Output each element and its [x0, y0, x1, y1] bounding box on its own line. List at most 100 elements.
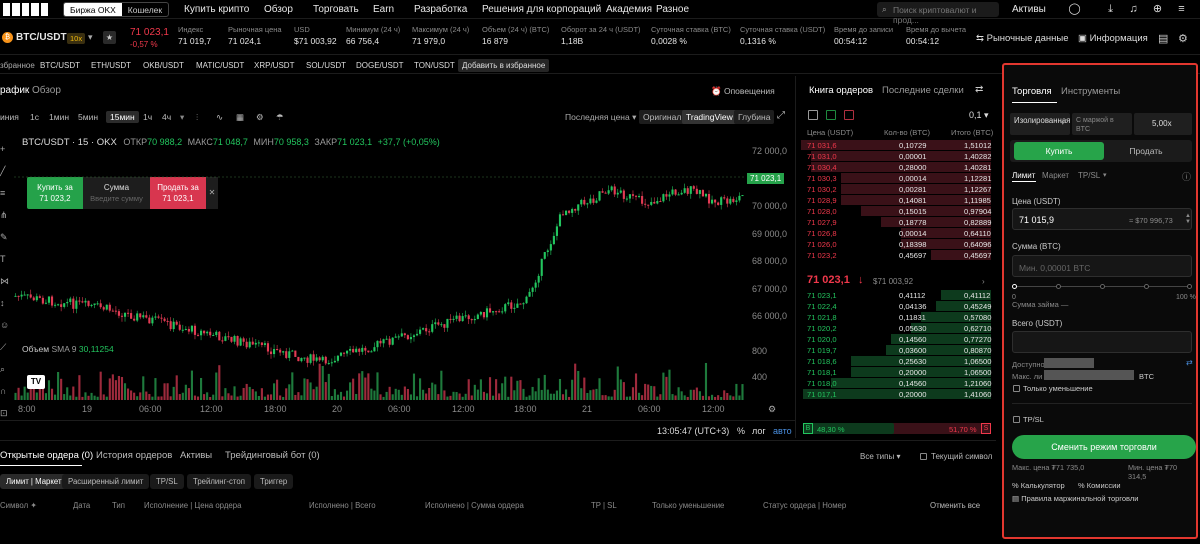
- ask-row[interactable]: 71 028,0 0,15015 0,97904: [797, 206, 997, 217]
- ask-row[interactable]: 71 031,6 0,10729 1,51012: [797, 140, 997, 151]
- amount-slider[interactable]: [1012, 284, 1192, 290]
- all-types-select[interactable]: Все типы ▾: [860, 452, 900, 461]
- nav-buy-crypto[interactable]: Купить крипто: [184, 4, 249, 15]
- view-bids-icon[interactable]: [826, 110, 836, 120]
- magnet-icon[interactable]: ∩: [0, 386, 6, 396]
- nav-corporate[interactable]: Решения для корпораций: [482, 4, 601, 15]
- nav-trade[interactable]: Торговать: [313, 4, 359, 15]
- tab-open-orders[interactable]: Открытые ордера (0): [0, 450, 93, 461]
- bid-row[interactable]: 71 019,7 0,03600 0,80870: [797, 345, 997, 356]
- nav-develop[interactable]: Разработка: [414, 4, 467, 15]
- chevron-down-icon[interactable]: ▾: [180, 112, 184, 123]
- candles-icon[interactable]: ⫶: [196, 112, 198, 123]
- margin-currency-select[interactable]: С маржой в BTC: [1072, 113, 1132, 135]
- emoji-icon[interactable]: ☺: [0, 320, 9, 330]
- view-tradingview[interactable]: TradingView: [682, 110, 737, 124]
- slider-tick[interactable]: [1144, 284, 1149, 289]
- price-type-select[interactable]: Последняя цена ▾: [565, 112, 636, 123]
- bid-row[interactable]: 71 018,6 0,25630 1,06500: [797, 356, 997, 367]
- filter-icon[interactable]: ⇄: [975, 84, 983, 95]
- zoom-icon[interactable]: ⌕: [0, 364, 5, 375]
- ask-row[interactable]: 71 031,0 0,00001 1,40282: [797, 151, 997, 162]
- info-button[interactable]: ▣ Информация: [1078, 33, 1148, 44]
- nav-overview[interactable]: Обзор: [264, 4, 293, 15]
- tab-overview[interactable]: Обзор: [32, 85, 61, 96]
- fav-item[interactable]: ETH/USDT: [91, 61, 131, 70]
- rules-link[interactable]: ▤ Правила маржинальной торговли: [1012, 494, 1138, 503]
- tab-trading[interactable]: Торговля: [1012, 86, 1052, 97]
- calculator-button[interactable]: % Калькулятор: [1012, 481, 1065, 490]
- globe-icon[interactable]: ⊕: [1150, 2, 1165, 17]
- settings-icon[interactable]: ⚙: [256, 112, 264, 123]
- bid-row[interactable]: 71 017,1 0,20000 1,41060: [797, 389, 997, 400]
- ask-row[interactable]: 71 026,8 0,00014 0,64110: [797, 228, 997, 239]
- tab-assets[interactable]: Активы: [180, 450, 212, 461]
- download-icon[interactable]: ⤓: [1103, 2, 1118, 17]
- tab-chart[interactable]: рафик: [0, 85, 29, 96]
- trendline-icon[interactable]: ╱: [0, 166, 5, 177]
- view-both-icon[interactable]: [808, 110, 818, 120]
- ask-row[interactable]: 71 030,3 0,00014 1,12281: [797, 173, 997, 184]
- ask-row[interactable]: 71 027,9 0,18778 0,82889: [797, 217, 997, 228]
- chip-advanced-limit[interactable]: Расширенный лимит: [62, 474, 150, 489]
- stepper-icon[interactable]: ▲ ▼: [1185, 213, 1191, 225]
- chip-trailing-stop[interactable]: Трейлинг-стоп: [187, 474, 251, 489]
- leverage-select[interactable]: 5,00x: [1134, 113, 1192, 135]
- fav-item[interactable]: TON/USDT: [414, 61, 455, 70]
- chip-trigger[interactable]: Триггер: [254, 474, 294, 489]
- nav-assets[interactable]: Активы: [1012, 4, 1046, 15]
- slider-tick[interactable]: [1100, 284, 1105, 289]
- order-type-limit[interactable]: Лимит: [1012, 171, 1035, 180]
- crosshair-icon[interactable]: +: [0, 144, 5, 154]
- slider-handle[interactable]: [1012, 284, 1017, 289]
- bid-row[interactable]: 71 023,1 0,41112 0,41112: [797, 290, 997, 301]
- tab-trading-bot[interactable]: Трейдинговый бот (0): [225, 450, 320, 461]
- ask-row[interactable]: 71 028,9 0,14081 1,11985: [797, 195, 997, 206]
- menu-icon[interactable]: ≡: [1174, 2, 1189, 17]
- bid-row[interactable]: 71 021,8 0,11831 0,57080: [797, 312, 997, 323]
- current-symbol-checkbox[interactable]: [920, 453, 927, 460]
- tf-1m[interactable]: 1мин: [49, 112, 69, 122]
- bid-row[interactable]: 71 022,4 0,04136 0,45249: [797, 301, 997, 312]
- tab-orderbook[interactable]: Книга ордеров: [809, 85, 873, 96]
- auto-toggle[interactable]: авто: [773, 426, 792, 436]
- template-icon[interactable]: ☂: [276, 112, 284, 123]
- slider-tick[interactable]: [1056, 284, 1061, 289]
- market-data-button[interactable]: ⇆ Рыночные данные: [976, 33, 1068, 44]
- okx-logo[interactable]: [3, 3, 49, 16]
- chevron-down-icon[interactable]: ▾: [88, 32, 93, 43]
- info-icon[interactable]: ⓘ: [1182, 170, 1191, 183]
- view-asks-icon[interactable]: [844, 110, 854, 120]
- fib-icon[interactable]: ⋔: [0, 210, 8, 221]
- settings-icon[interactable]: ⚙: [1178, 32, 1188, 45]
- amount-input[interactable]: Мин. 0,00001 BTC: [1012, 255, 1192, 277]
- indicators-icon[interactable]: ∿: [216, 112, 223, 123]
- add-favorite-button[interactable]: Добавить в избранное: [458, 59, 550, 72]
- nav-earn[interactable]: Earn: [373, 4, 394, 15]
- order-type-market[interactable]: Маркет: [1042, 171, 1069, 180]
- reduce-only-checkbox[interactable]: [1013, 385, 1020, 392]
- fees-button[interactable]: % Комиссии: [1078, 481, 1121, 490]
- bid-row[interactable]: 71 020,2 0,05630 0,62710: [797, 323, 997, 334]
- margin-mode-select[interactable]: Изолированная ▾: [1010, 113, 1070, 135]
- measure-icon[interactable]: ↕: [0, 298, 5, 308]
- transfer-icon[interactable]: ⇄: [1186, 358, 1193, 367]
- layout-icon[interactable]: ▤: [1158, 32, 1168, 45]
- fav-item[interactable]: XRP/USDT: [254, 61, 294, 70]
- fav-item[interactable]: SOL/USDT: [306, 61, 346, 70]
- star-icon[interactable]: ★: [103, 31, 116, 44]
- segment-wallet[interactable]: Кошелек: [122, 3, 168, 16]
- switch-mode-button[interactable]: Сменить режим торговли: [1012, 435, 1196, 459]
- fav-item[interactable]: DOGE/USDT: [356, 61, 404, 70]
- tf-4h[interactable]: 4ч: [162, 112, 171, 122]
- bid-row[interactable]: 71 018,1 0,20000 1,06500: [797, 367, 997, 378]
- ask-row[interactable]: 71 030,4 0,28000 1,40281: [797, 162, 997, 173]
- search-input[interactable]: ⌕ Поиск криптовалют и прод...: [877, 2, 999, 25]
- bid-row[interactable]: 71 018,0 0,14560 1,21060: [797, 378, 997, 389]
- ruler-icon[interactable]: ⟋: [0, 342, 6, 353]
- slider-tick[interactable]: [1187, 284, 1192, 289]
- fav-item[interactable]: OKB/USDT: [143, 61, 184, 70]
- order-type-tpsl[interactable]: TP/SL: [1078, 171, 1100, 180]
- fav-item[interactable]: MATIC/USDT: [196, 61, 244, 70]
- price-input[interactable]: 71 015,9 ≈ $70 996,73 ▲ ▼: [1012, 208, 1192, 230]
